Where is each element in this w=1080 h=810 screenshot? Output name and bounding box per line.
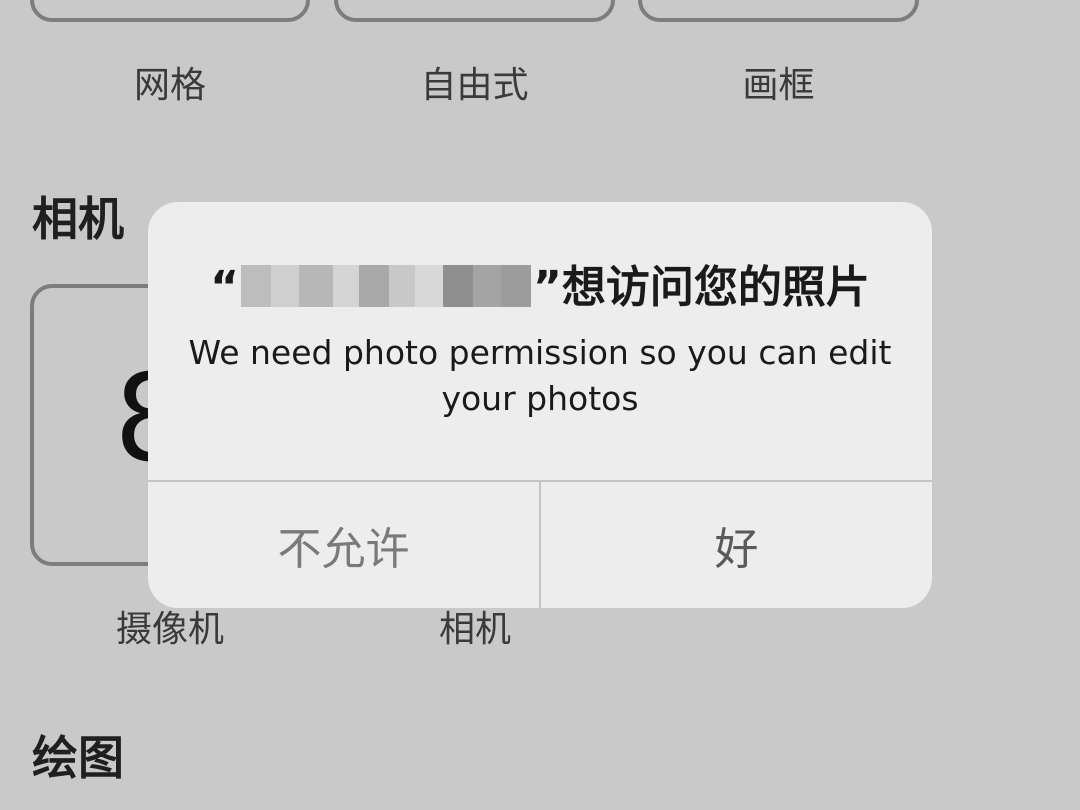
photo-permission-alert: “ ”想访问您的照片 We need photo permission so yo… (148, 202, 932, 608)
layout-freeform-label: 自由式 (420, 65, 529, 106)
layout-frame-label: 画框 (742, 65, 815, 106)
alert-title: “ ”想访问您的照片 (148, 258, 932, 318)
layout-grid-label: 网格 (133, 65, 206, 106)
alert-message: We need photo permission so you can edit… (188, 333, 892, 418)
layout-frame-card[interactable] (638, 0, 919, 22)
deny-button[interactable]: 不允许 (148, 482, 539, 608)
ok-button[interactable]: 好 (541, 482, 932, 608)
alert-title-open-quote: “ (210, 262, 239, 313)
layout-grid-card[interactable] (30, 0, 310, 22)
alert-title-close-quote: ” (533, 262, 562, 313)
section-title-draw: 绘图 (32, 731, 124, 785)
section-title-camera: 相机 (32, 192, 124, 246)
app-name-redacted (241, 265, 531, 307)
alert-title-text: 想访问您的照片 (561, 262, 870, 313)
layout-freeform-card[interactable] (334, 0, 615, 22)
